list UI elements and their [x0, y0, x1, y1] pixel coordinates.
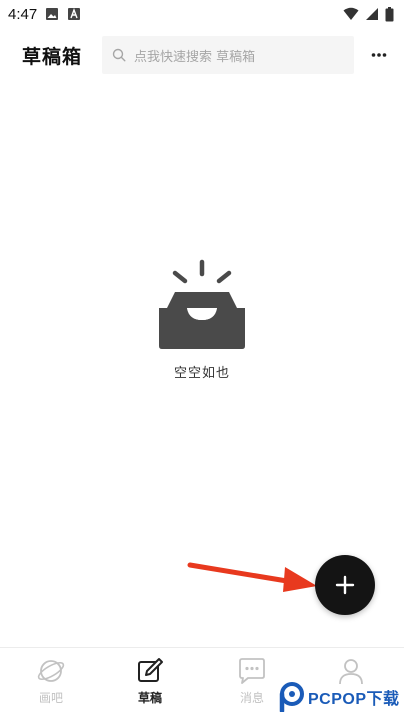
plus-icon	[335, 575, 355, 595]
empty-inbox-icon	[159, 259, 245, 349]
watermark-text: PCPOP下载	[308, 691, 400, 708]
more-horizontal-icon	[371, 53, 387, 57]
nav-item-drafts[interactable]: 草稿	[110, 656, 190, 706]
arrow-annotation-icon	[187, 562, 317, 592]
add-draft-button[interactable]	[315, 555, 375, 615]
status-right	[343, 6, 394, 22]
more-button[interactable]	[368, 44, 390, 66]
status-time: 4:47	[8, 5, 38, 23]
page-title: 草稿箱	[22, 46, 83, 68]
status-left: 4:47	[8, 6, 81, 23]
planet-icon	[37, 660, 65, 682]
chat-icon	[239, 658, 265, 684]
battery-icon	[385, 6, 394, 21]
nav-item-huaba[interactable]: 画吧	[11, 656, 91, 706]
edit-icon	[138, 658, 163, 682]
pcpop-logo-icon	[279, 682, 304, 712]
nav-label-huaba: 画吧	[38, 691, 63, 705]
watermark: PCPOP下载	[278, 682, 400, 712]
empty-text: 空空如也	[173, 366, 230, 381]
header: 草稿箱 点我快速搜索 草稿箱	[0, 34, 404, 76]
status-bar: 4:47	[0, 0, 404, 28]
search-icon	[112, 48, 126, 62]
wifi-icon	[343, 7, 359, 20]
empty-state: 空空如也	[0, 258, 404, 381]
search-placeholder: 点我快速搜索 草稿箱	[134, 49, 256, 65]
search-input[interactable]: 点我快速搜索 草稿箱	[102, 36, 354, 74]
nav-label-drafts: 草稿	[137, 691, 162, 705]
image-icon	[46, 8, 59, 20]
signal-icon	[366, 8, 378, 20]
a-icon	[68, 8, 81, 20]
